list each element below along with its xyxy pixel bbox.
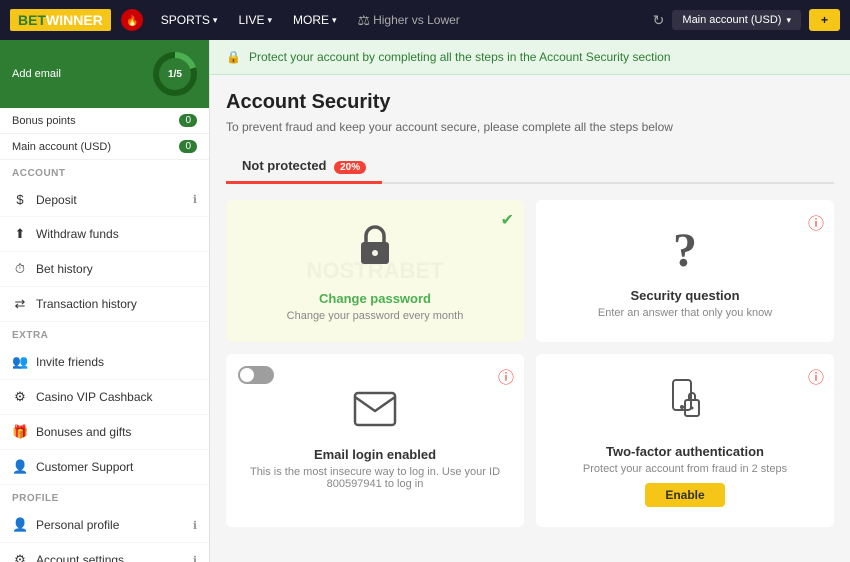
card-title-change-password: Change password <box>319 291 431 306</box>
enable-button[interactable]: Enable <box>645 483 724 507</box>
stat-main-account: Main account (USD) 0 <box>0 134 209 160</box>
sidebar-item-withdraw[interactable]: ⬆ Withdraw funds <box>0 217 209 252</box>
card-title-two-factor: Two-factor authentication <box>606 444 764 459</box>
brand-logo[interactable]: BETWINNER <box>10 9 111 31</box>
invite-icon: 👥 <box>12 354 28 370</box>
tab-badge: 20% <box>334 161 366 174</box>
dollar-icon: $ <box>12 192 28 207</box>
add-email-text: Add email <box>12 68 61 80</box>
card-subtitle-change-password: Change your password every month <box>287 310 464 322</box>
bonus-badge: 0 <box>179 114 197 127</box>
info-icon: ℹ <box>193 554 197 562</box>
card-title-security-question: Security question <box>630 288 739 303</box>
svg-text:🔥: 🔥 <box>126 14 138 27</box>
settings-icon: ⚙ <box>12 552 28 562</box>
security-cards-grid: NOSTRABET ✔ Change password Change your … <box>226 200 834 527</box>
stat-bonus-points: Bonus points 0 <box>0 108 209 134</box>
card-email-login: ⓘ Email login enabled This is the most i… <box>226 354 524 527</box>
sidebar-item-support[interactable]: 👤 Customer Support <box>0 450 209 485</box>
info-icon: ℹ <box>193 193 197 206</box>
card-change-password: NOSTRABET ✔ Change password Change your … <box>226 200 524 342</box>
page-subtitle: To prevent fraud and keep your account s… <box>226 120 834 134</box>
brand-winner: WINNER <box>46 12 103 28</box>
page-title: Account Security <box>226 91 834 114</box>
sidebar-item-bet-history[interactable]: ⏱ Bet history <box>0 252 209 287</box>
sidebar-item-profile[interactable]: 👤 Personal profile ℹ <box>0 508 209 543</box>
nav-live[interactable]: LIVE ▾ <box>230 9 280 31</box>
warn-icon: ⓘ <box>498 364 514 388</box>
section-label-extra: EXTRA <box>0 322 209 345</box>
section-label-account: ACCOUNT <box>0 160 209 183</box>
nav-links: SPORTS ▾ LIVE ▾ MORE ▾ ⚖ Higher vs Lower <box>153 8 468 33</box>
tab-not-protected[interactable]: Not protected 20% <box>226 150 382 184</box>
scale-icon: ⚖ <box>358 12 371 29</box>
balance-section: ↻ Main account (USD) ▾ + <box>653 9 840 31</box>
gift-icon: 🎁 <box>12 424 28 440</box>
refresh-icon[interactable]: ↻ <box>653 12 665 29</box>
lock-banner-icon: 🔒 <box>226 50 241 64</box>
warn-icon: ⓘ <box>808 210 824 234</box>
sidebar-stats: Bonus points 0 Main account (USD) 0 <box>0 108 209 160</box>
nav-scale: ⚖ Higher vs Lower <box>350 8 468 33</box>
nav-sports[interactable]: SPORTS ▾ <box>153 9 226 31</box>
lock-card-icon <box>353 220 397 281</box>
progress-label: 1/5 <box>159 58 191 90</box>
security-banner: 🔒 Protect your account by completing all… <box>210 40 850 75</box>
sidebar-top: Add email 1/5 <box>0 40 209 108</box>
toggle-switch[interactable] <box>238 366 274 384</box>
brand-bet: BET <box>18 12 46 28</box>
sidebar-item-invite[interactable]: 👥 Invite friends <box>0 345 209 380</box>
two-factor-card-icon <box>663 374 707 434</box>
account-badge: 0 <box>179 140 197 153</box>
sidebar-item-transaction-history[interactable]: ⇄ Transaction history <box>0 287 209 322</box>
progress-circle: 1/5 <box>153 52 197 96</box>
tabs-row: Not protected 20% <box>226 150 834 184</box>
check-icon: ✔ <box>501 210 514 230</box>
top-navigation: BETWINNER 🔥 SPORTS ▾ LIVE ▾ MORE ▾ ⚖ Hig… <box>0 0 850 40</box>
card-two-factor: ⓘ Two-factor authentication Protect your… <box>536 354 834 527</box>
main-layout: Add email 1/5 Bonus points 0 Main accoun… <box>0 40 850 562</box>
transfer-icon: ⇄ <box>12 296 28 312</box>
content-area: Account Security To prevent fraud and ke… <box>210 75 850 562</box>
sidebar-item-deposit[interactable]: $ Deposit ℹ <box>0 183 209 217</box>
chevron-down-icon: ▾ <box>786 15 791 26</box>
card-subtitle-email-login: This is the most insecure way to log in.… <box>246 466 504 490</box>
sidebar-item-settings[interactable]: ⚙ Account settings ℹ <box>0 543 209 562</box>
history-icon: ⏱ <box>12 261 28 277</box>
card-subtitle-security-question: Enter an answer that only you know <box>598 307 772 319</box>
toggle-knob <box>240 368 254 382</box>
question-card-icon: ? <box>673 223 697 278</box>
support-icon: 👤 <box>12 459 28 475</box>
sidebar-item-bonuses[interactable]: 🎁 Bonuses and gifts <box>0 415 209 450</box>
chevron-down-icon: ▾ <box>267 15 272 26</box>
section-label-profile: PROFILE <box>0 485 209 508</box>
vip-icon: ⚙ <box>12 389 28 405</box>
warn-icon: ⓘ <box>808 364 824 388</box>
chevron-down-icon: ▾ <box>213 15 218 26</box>
card-title-email-login: Email login enabled <box>314 447 436 462</box>
email-toggle[interactable] <box>238 366 274 384</box>
sidebar: Add email 1/5 Bonus points 0 Main accoun… <box>0 40 210 562</box>
chevron-down-icon: ▾ <box>332 15 337 26</box>
card-subtitle-two-factor: Protect your account from fraud in 2 ste… <box>583 463 787 475</box>
nav-more[interactable]: MORE ▾ <box>285 9 345 31</box>
info-icon: ℹ <box>193 519 197 532</box>
balance-button[interactable]: Main account (USD) ▾ <box>672 10 801 30</box>
sidebar-item-vip[interactable]: ⚙ Casino VIP Cashback <box>0 380 209 415</box>
withdraw-icon: ⬆ <box>12 226 28 242</box>
main-content: 🔒 Protect your account by completing all… <box>210 40 850 562</box>
card-security-question: ⓘ ? Security question Enter an answer th… <box>536 200 834 342</box>
email-card-icon <box>353 391 397 437</box>
profile-icon: 👤 <box>12 517 28 533</box>
promo-badge: 🔥 <box>121 9 143 31</box>
deposit-button[interactable]: + <box>809 9 840 31</box>
